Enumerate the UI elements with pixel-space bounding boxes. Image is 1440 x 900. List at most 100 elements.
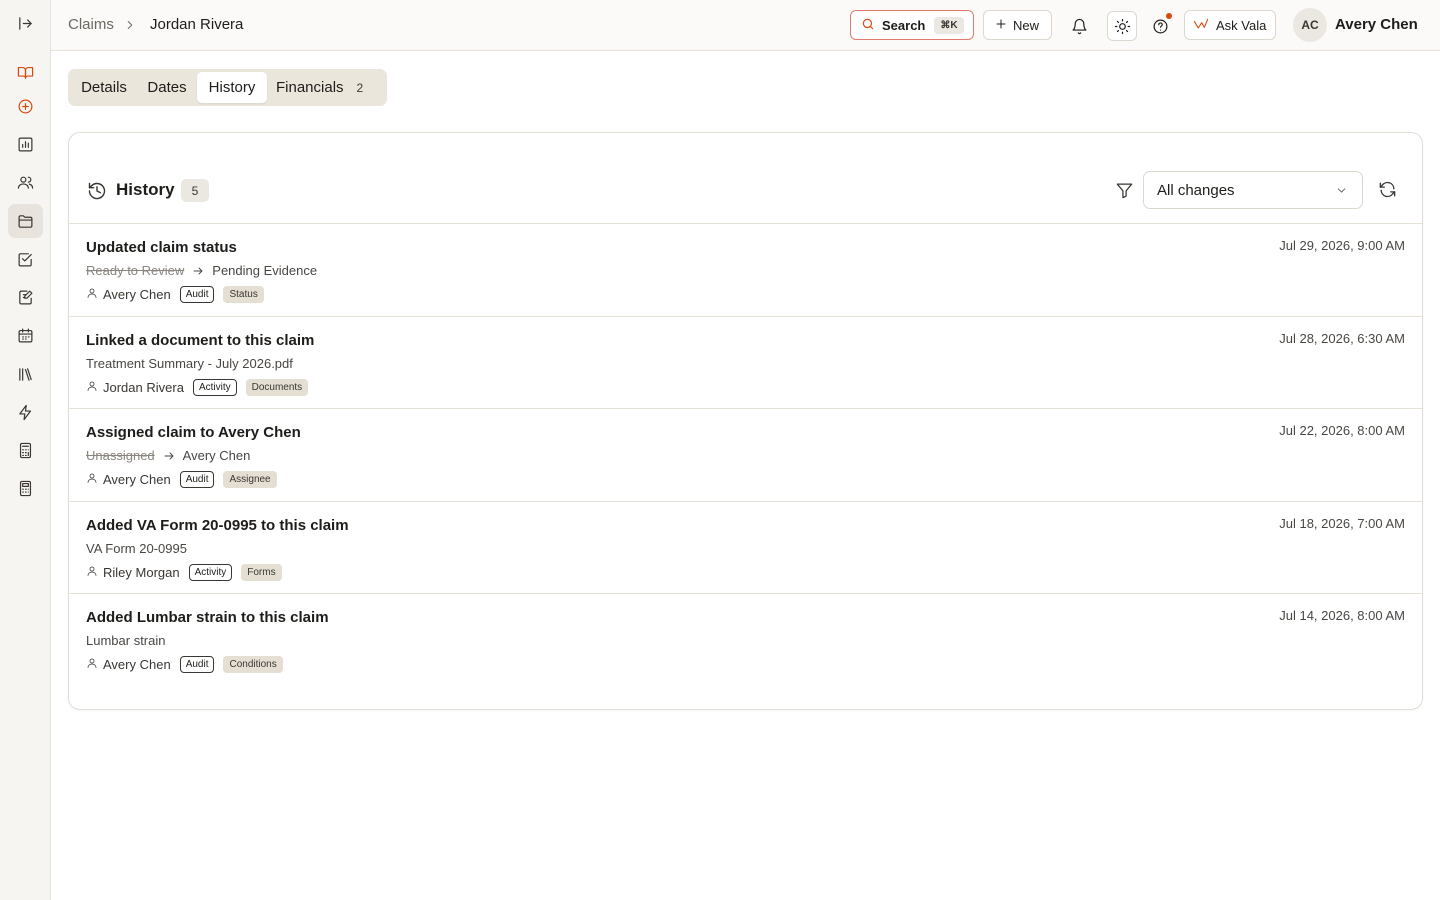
check-square-icon[interactable] — [8, 242, 43, 276]
entry-meta: Jordan Rivera Activity Documents — [86, 378, 309, 396]
calendar-icon[interactable] — [8, 318, 43, 352]
history-entry: Updated claim status Jul 29, 2026, 9:00 … — [69, 224, 1422, 317]
change-filter-select[interactable]: All changes — [1143, 171, 1363, 209]
entry-detail: Treatment Summary - July 2026.pdf — [86, 356, 293, 371]
search-label: Search — [882, 17, 926, 33]
history-icon — [87, 181, 107, 201]
edit-document-icon[interactable] — [8, 280, 43, 314]
chevron-right-icon — [123, 18, 137, 32]
entry-new-value: Pending Evidence — [212, 263, 318, 278]
entry-title: Assigned claim to Avery Chen — [86, 424, 301, 441]
expand-sidebar-icon[interactable] — [8, 6, 43, 40]
entry-user: Avery Chen — [103, 287, 171, 302]
folder-icon[interactable] — [8, 204, 43, 238]
history-entry: Added VA Form 20-0995 to this claim Jul … — [69, 502, 1422, 594]
entry-title: Added VA Form 20-0995 to this claim — [86, 516, 349, 534]
calculator-alt-icon[interactable] — [8, 471, 43, 505]
entry-timestamp: Jul 29, 2026, 9:00 AM — [1279, 238, 1405, 253]
user-icon — [86, 565, 98, 580]
entry-category-badge: Conditions — [223, 656, 283, 673]
arrow-right-icon — [192, 265, 204, 277]
entry-new-value: Avery Chen — [182, 448, 251, 463]
theme-toggle-button[interactable] — [1107, 11, 1137, 41]
user-name[interactable]: Avery Chen — [1335, 16, 1418, 33]
book-open-icon[interactable] — [8, 55, 43, 89]
tab-bar: Details Dates History Financials 2 — [68, 69, 387, 106]
notifications-button[interactable] — [1064, 11, 1094, 41]
refresh-button[interactable] — [1378, 180, 1398, 200]
new-button[interactable]: New — [983, 10, 1052, 40]
entry-detail-text: Treatment Summary - July 2026.pdf — [86, 355, 293, 371]
search-button[interactable]: Search ⌘K — [850, 10, 974, 40]
entry-user: Riley Morgan — [103, 564, 180, 580]
entry-meta: Avery Chen Audit Assignee — [86, 471, 277, 488]
entry-timestamp: Jul 14, 2026, 8:00 AM — [1279, 608, 1405, 623]
history-entry: Assigned claim to Avery Chen Jul 22, 202… — [69, 409, 1422, 502]
entry-type-badge: Audit — [179, 656, 215, 673]
entry-meta: Avery Chen Audit Conditions — [86, 656, 283, 673]
ask-vala-button[interactable]: Ask Vala — [1184, 10, 1276, 40]
refresh-icon — [1379, 181, 1396, 198]
tab-dates[interactable]: Dates — [138, 72, 196, 103]
entry-user: Avery Chen — [103, 472, 171, 487]
user-icon — [86, 380, 98, 395]
entry-title: Added Lumbar strain to this claim — [86, 609, 329, 626]
entry-change: Ready to Review Pending Evidence — [86, 263, 317, 278]
entry-timestamp: Jul 28, 2026, 6:30 AM — [1279, 330, 1405, 346]
sun-icon — [1114, 18, 1130, 34]
library-icon[interactable] — [8, 357, 43, 391]
avatar[interactable]: AC — [1293, 8, 1327, 42]
search-icon — [861, 17, 875, 34]
arrow-right-icon — [163, 450, 175, 462]
entry-detail: Lumbar strain — [86, 633, 165, 648]
entry-detail: VA Form 20-0995 — [86, 541, 187, 556]
entry-type-badge: Audit — [179, 471, 215, 488]
entry-timestamp: Jul 18, 2026, 7:00 AM — [1279, 515, 1405, 531]
entry-detail-text: Lumbar strain — [86, 633, 166, 648]
lightning-icon[interactable] — [8, 395, 43, 429]
history-list: Updated claim status Jul 29, 2026, 9:00 … — [69, 224, 1422, 687]
tab-financials-count: 2 — [356, 80, 364, 95]
help-button[interactable] — [1145, 11, 1175, 41]
history-title: History — [116, 180, 175, 199]
tab-financials-label: Financials — [276, 79, 344, 96]
history-entry: Added Lumbar strain to this claim Jul 14… — [69, 594, 1422, 687]
history-entry: Linked a document to this claim Jul 28, … — [69, 317, 1422, 409]
user-icon — [86, 287, 98, 302]
user-icon — [86, 472, 98, 487]
tab-details[interactable]: Details — [72, 72, 136, 103]
entry-user: Avery Chen — [103, 657, 171, 672]
filter-icon — [1115, 181, 1135, 201]
tab-history[interactable]: History — [197, 72, 267, 103]
entry-title: Linked a document to this claim — [86, 331, 315, 349]
plus-icon — [995, 18, 1007, 33]
chevron-down-icon — [1335, 184, 1348, 201]
user-icon — [86, 657, 98, 672]
entry-category-badge: Documents — [245, 378, 309, 396]
history-header: History 5 All changes — [69, 133, 1422, 224]
history-card: History 5 All changes Updated claim stat… — [68, 132, 1423, 710]
entry-old-value: Unassigned — [86, 448, 155, 463]
entry-title: Updated claim status — [86, 239, 237, 256]
entry-category-badge: Assignee — [223, 471, 277, 488]
tab-financials[interactable]: Financials 2 — [268, 72, 382, 103]
sidebar — [0, 0, 51, 900]
bar-chart-icon[interactable] — [8, 127, 43, 161]
entry-old-value: Ready to Review — [86, 263, 185, 278]
change-filter-value: All changes — [1157, 181, 1235, 199]
entry-category-badge: Status — [223, 286, 264, 303]
breadcrumb-claims[interactable]: Claims — [68, 16, 114, 33]
calculator-icon[interactable] — [8, 433, 43, 467]
entry-change: Unassigned Avery Chen — [86, 448, 250, 463]
bell-icon — [1072, 18, 1086, 34]
entry-meta: Riley Morgan Activity Forms — [86, 563, 282, 581]
entry-type-badge: Activity — [192, 378, 237, 396]
notification-dot — [1166, 13, 1172, 19]
history-count-badge: 5 — [181, 179, 209, 202]
vala-logo-icon — [1193, 17, 1209, 34]
users-icon[interactable] — [8, 165, 43, 199]
new-label: New — [1013, 17, 1040, 33]
plus-circle-icon[interactable] — [8, 89, 43, 123]
breadcrumb-current: Jordan Rivera — [150, 16, 244, 33]
entry-type-badge: Audit — [179, 286, 215, 303]
